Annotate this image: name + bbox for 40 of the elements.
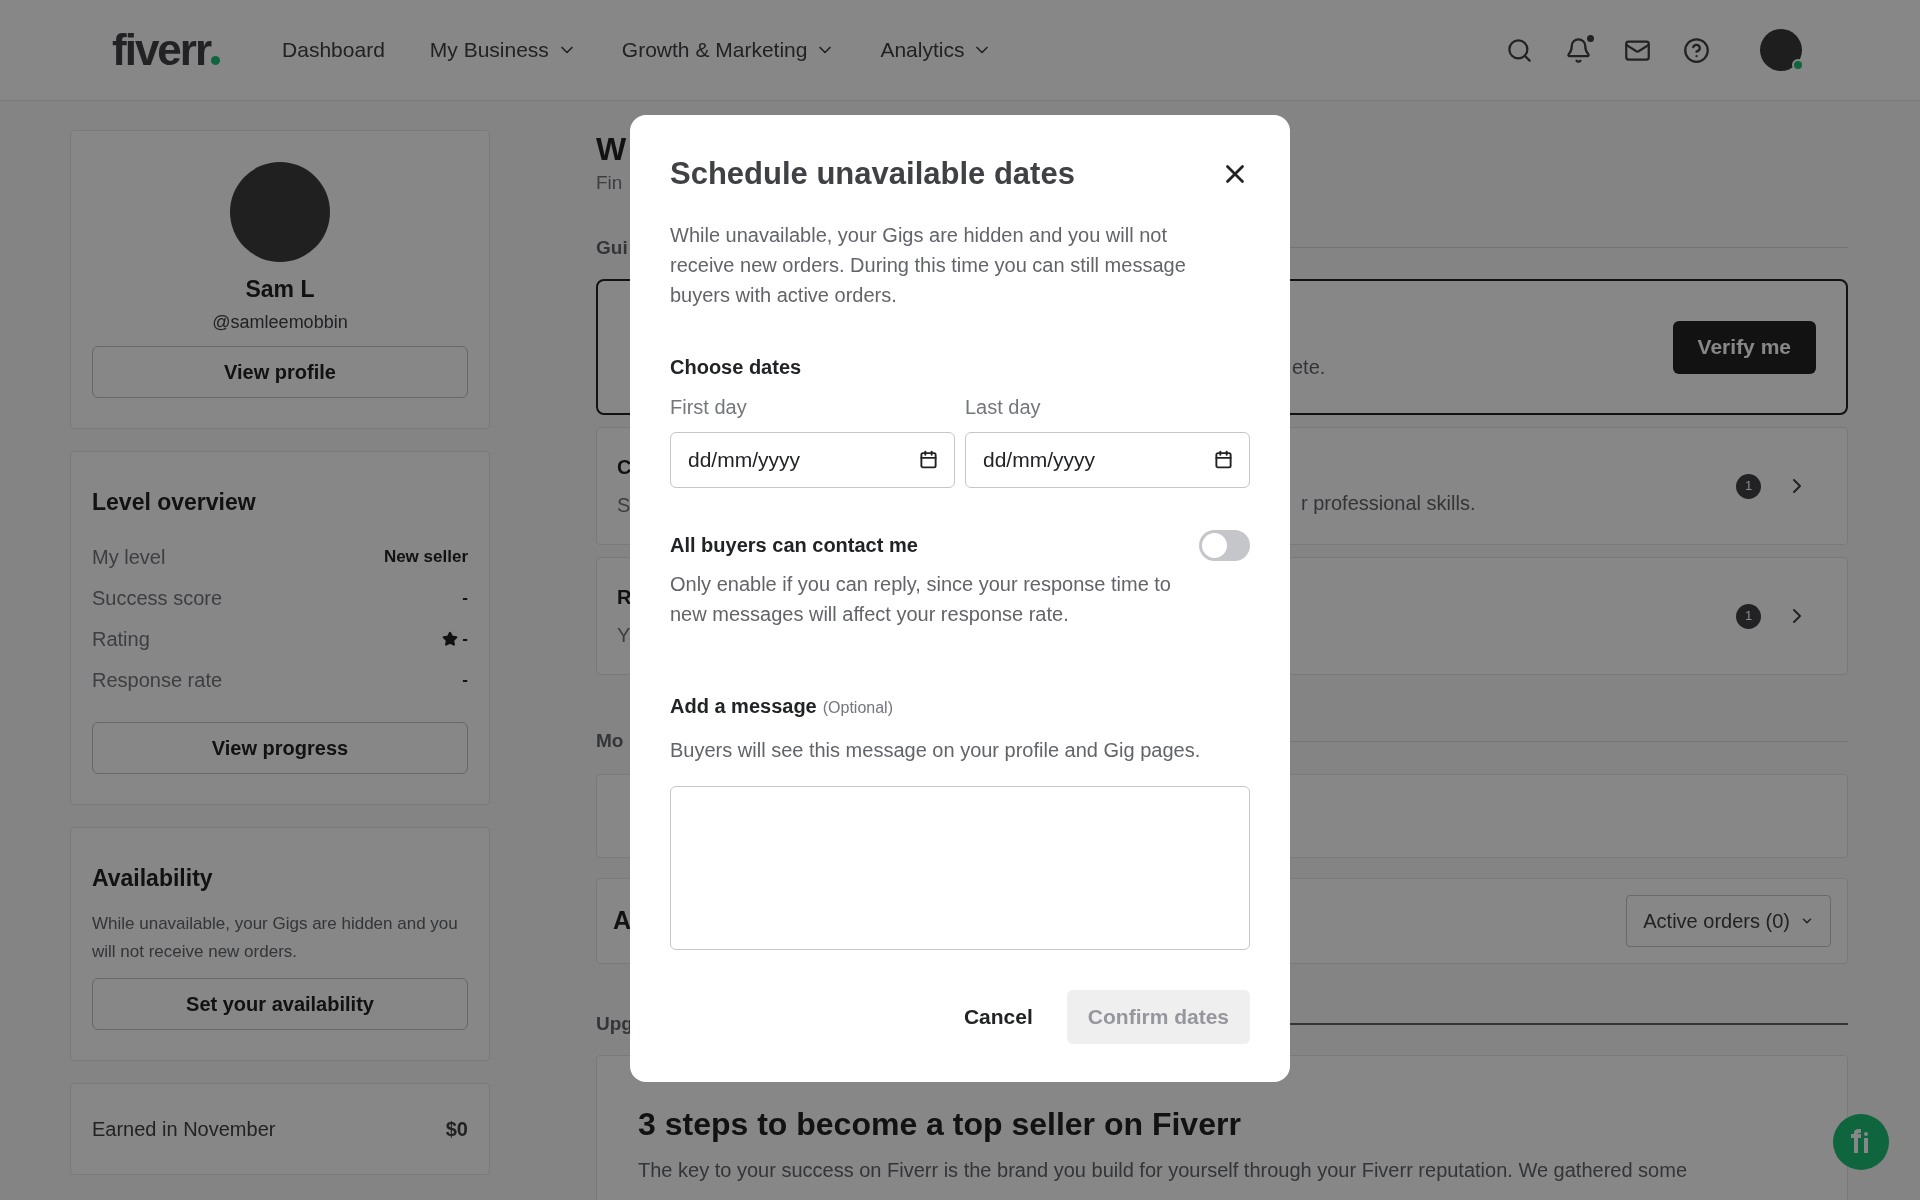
stat-label: Response rate bbox=[92, 668, 223, 693]
contact-toggle-label: All buyers can contact me bbox=[670, 533, 918, 558]
steps-title: 3 steps to become a top seller on Fiverr bbox=[638, 1105, 1242, 1144]
page-title: W bbox=[596, 131, 627, 167]
steps-text: The key to your success on Fiverr is the brand you build for yourself through your Fiverr reputation. We gathered some bbox=[638, 1158, 1689, 1183]
page-subtitle: Fin bbox=[596, 171, 623, 195]
count-badge: 1 bbox=[1736, 473, 1761, 499]
earnings-label: Earned in November bbox=[92, 1116, 276, 1142]
profile-name: Sam L bbox=[245, 275, 315, 304]
optional-label: (Optional) bbox=[822, 697, 893, 718]
section-heading: Gui bbox=[596, 235, 628, 260]
task-text: Y bbox=[617, 623, 631, 648]
contact-help-text: Only enable if you can reply, since your response time to new messages will affect your response rate. bbox=[670, 571, 1172, 627]
stat-label: Rating bbox=[92, 627, 150, 652]
task-text: r professional skills. bbox=[1301, 491, 1476, 516]
count-badge: 1 bbox=[1736, 603, 1761, 629]
message-label: Add a message bbox=[670, 693, 817, 719]
card-text: ete. bbox=[1292, 355, 1326, 380]
task-text: S bbox=[617, 493, 631, 518]
profile-handle: @samleemobbin bbox=[212, 310, 348, 334]
stat-value: New seller bbox=[383, 546, 468, 569]
task-title: C bbox=[617, 455, 632, 480]
orders-title: A bbox=[613, 904, 632, 936]
dialog-title: Schedule unavailable dates bbox=[670, 155, 1075, 193]
date-label: First day bbox=[670, 394, 747, 420]
card-title: Availability bbox=[92, 864, 214, 893]
task-title: R bbox=[617, 585, 632, 610]
dialog-description: While unavailable, your Gigs are hidden and you will not receive new orders. During this time you can still message buyers with active orders. bbox=[670, 222, 1187, 308]
message-help-text: Buyers will see this message on your profile and Gig pages. bbox=[670, 737, 1202, 763]
stat-label: Success score bbox=[92, 586, 223, 611]
card-title: Level overview bbox=[92, 487, 257, 517]
stat-value: - bbox=[462, 628, 468, 651]
earnings-value: $0 bbox=[445, 1116, 468, 1142]
section-heading: Mo bbox=[596, 729, 624, 753]
availability-text: While unavailable, your Gigs are hidden and you will not receive new orders. bbox=[92, 912, 459, 963]
stat-label: My level bbox=[92, 545, 166, 570]
stat-value: - bbox=[462, 669, 468, 692]
date-label: Last day bbox=[965, 394, 1041, 420]
choose-dates-heading: Choose dates bbox=[670, 354, 803, 380]
stat-value: - bbox=[462, 587, 468, 610]
